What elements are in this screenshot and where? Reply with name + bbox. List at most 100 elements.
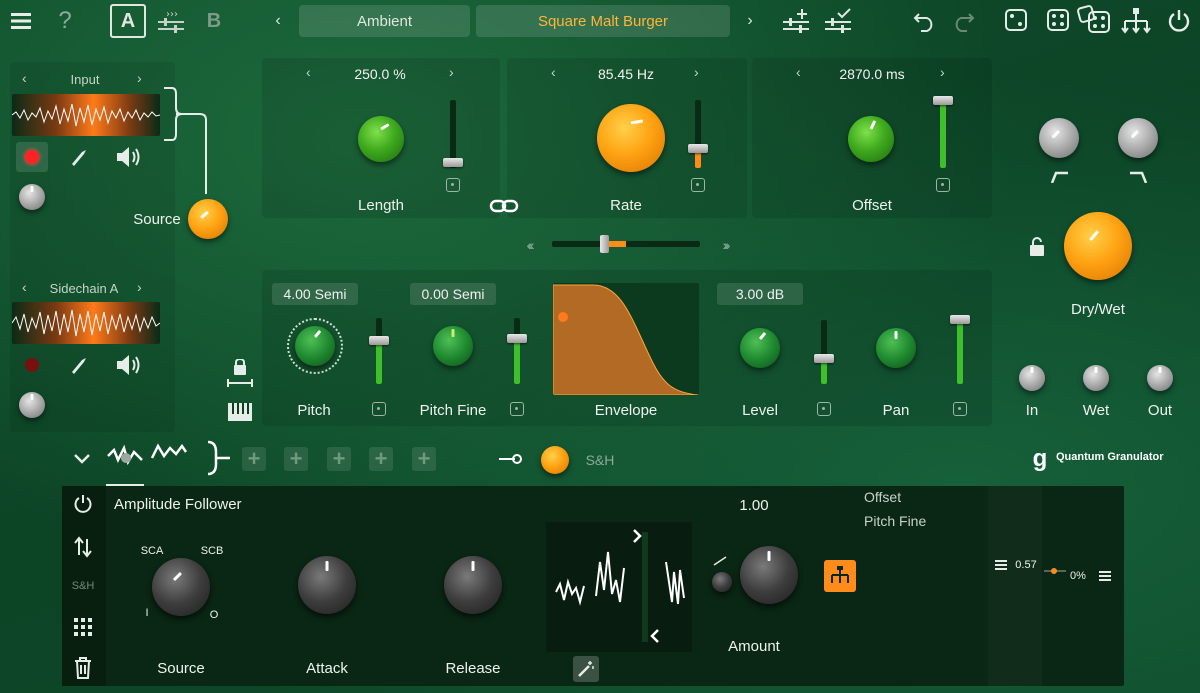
add-mod-slot-5[interactable]: + [412, 446, 436, 471]
pitch-fine-knob[interactable] [433, 326, 473, 366]
input-waveform[interactable] [12, 94, 160, 136]
pitch-fine-slider[interactable] [507, 318, 527, 384]
offset-prev-button[interactable]: ‹ [796, 64, 801, 80]
sidechain-record-button[interactable] [16, 350, 48, 380]
pitch-fine-random-icon[interactable] [510, 402, 524, 416]
rate-knob[interactable] [597, 104, 665, 172]
mod-source-knob[interactable] [152, 558, 210, 616]
pitch-slider-thumb[interactable] [369, 336, 389, 345]
length-slider[interactable] [443, 100, 463, 168]
mod-attack-knob[interactable] [298, 556, 356, 614]
level-slider[interactable] [814, 320, 834, 384]
level-knob[interactable] [740, 328, 780, 368]
help-button[interactable]: ? [54, 7, 76, 34]
lock-range-icon[interactable] [226, 358, 254, 388]
redo-icon[interactable] [950, 8, 976, 34]
mod-magic-wand-icon[interactable] [573, 656, 599, 682]
copy-a-to-b-icon[interactable]: ››› [156, 6, 186, 36]
length-prev-button[interactable]: ‹ [306, 64, 311, 80]
mod-target-offset[interactable]: Offset [864, 489, 901, 505]
mod-grid-icon[interactable] [72, 616, 94, 638]
mod-release-knob[interactable] [444, 556, 502, 614]
add-mod-slot-2[interactable]: + [284, 446, 308, 471]
mod-amount-knob[interactable] [740, 546, 798, 604]
low-cut-knob[interactable] [1039, 118, 1079, 158]
scan-slider[interactable] [552, 235, 700, 253]
pitch-fine-value[interactable]: 0.00 Semi [410, 283, 496, 305]
offset-slider[interactable] [933, 96, 953, 168]
preset-b-button[interactable]: B [200, 6, 228, 36]
record-button[interactable] [16, 142, 48, 172]
input-prev-button[interactable]: ‹ [22, 70, 27, 86]
keyboard-icon[interactable] [226, 400, 254, 424]
length-random-icon[interactable] [446, 178, 460, 192]
preset-a-button[interactable]: A [110, 4, 146, 38]
mod-connect-icon[interactable] [496, 451, 524, 467]
offset-next-button[interactable]: › [940, 64, 945, 80]
mod-depth-slider[interactable] [1044, 568, 1066, 574]
routing-icon[interactable] [1120, 6, 1152, 36]
in-knob[interactable] [1019, 365, 1045, 391]
mod-updown-icon[interactable] [72, 534, 94, 560]
offset-value[interactable]: 2870.0 ms [820, 66, 924, 82]
mod-target-pitch-fine[interactable]: Pitch Fine [864, 513, 926, 529]
sidechain-speaker-icon[interactable] [114, 352, 144, 378]
scan-left-icon[interactable]: ‹‹‹ [514, 236, 544, 254]
source-knob[interactable] [188, 199, 228, 239]
save-preset-icon[interactable] [822, 6, 856, 36]
scan-right-icon[interactable]: ››› [710, 236, 740, 254]
mod-amount-value[interactable]: 1.00 [720, 497, 788, 514]
mod-target-route-button[interactable] [824, 560, 856, 592]
offset-slider-thumb[interactable] [933, 96, 953, 105]
out-knob[interactable] [1147, 365, 1173, 391]
rate-next-button[interactable]: › [694, 64, 699, 80]
mod-power-icon[interactable] [72, 493, 94, 515]
pan-slider[interactable] [950, 315, 970, 384]
add-mod-slot-1[interactable]: + [242, 446, 266, 471]
length-slider-thumb[interactable] [443, 158, 463, 167]
offset-knob[interactable] [848, 116, 894, 162]
randomize-all-icon[interactable] [1046, 8, 1070, 32]
sidechain-next-button[interactable]: › [137, 279, 142, 295]
link-icon[interactable] [488, 196, 520, 216]
rate-slider[interactable] [688, 100, 708, 168]
scan-slider-thumb[interactable] [600, 235, 609, 253]
length-value[interactable]: 250.0 % [330, 66, 430, 82]
mod-depth-value[interactable]: 0.57 [1012, 559, 1040, 571]
pitch-knob[interactable] [295, 326, 335, 366]
wet-knob[interactable] [1083, 365, 1109, 391]
mod-sh-side-label[interactable]: S&H [68, 580, 98, 592]
rate-slider-thumb[interactable] [688, 144, 708, 153]
offset-random-icon[interactable] [936, 178, 950, 192]
next-preset-button[interactable]: › [742, 10, 758, 32]
high-cut-knob[interactable] [1118, 118, 1158, 158]
sidechain-edit-icon[interactable] [66, 352, 92, 378]
sh-knob[interactable] [541, 446, 569, 474]
rate-prev-button[interactable]: ‹ [551, 64, 556, 80]
mod-delete-icon[interactable] [72, 656, 94, 680]
add-preset-icon[interactable] [780, 6, 814, 36]
length-knob[interactable] [358, 116, 404, 162]
pan-knob[interactable] [876, 328, 916, 368]
mod-tab-random[interactable] [150, 438, 188, 478]
pitch-value[interactable]: 4.00 Semi [272, 283, 358, 305]
pitch-random-icon[interactable] [372, 402, 386, 416]
collapse-chevron-icon[interactable] [70, 448, 94, 470]
randomize-icon[interactable] [1004, 8, 1028, 32]
level-value[interactable]: 3.00 dB [717, 283, 803, 305]
sidechain-gain-knob[interactable] [19, 392, 45, 418]
pitch-slider[interactable] [369, 318, 389, 384]
add-mod-slot-4[interactable]: + [369, 446, 393, 471]
mod-tab-split[interactable] [204, 440, 232, 476]
dry-wet-lock-icon[interactable] [1028, 236, 1046, 258]
mod-depth-menu-icon[interactable] [994, 558, 1008, 572]
bank-selector[interactable]: Ambient [299, 5, 470, 37]
menu-icon[interactable] [10, 10, 32, 32]
rate-random-icon[interactable] [691, 178, 705, 192]
input-gain-knob[interactable] [19, 184, 45, 210]
length-next-button[interactable]: › [449, 64, 454, 80]
pan-random-icon[interactable] [953, 402, 967, 416]
level-slider-thumb[interactable] [814, 354, 834, 363]
pan-slider-thumb[interactable] [950, 315, 970, 324]
preset-selector[interactable]: Square Malt Burger [476, 5, 730, 37]
